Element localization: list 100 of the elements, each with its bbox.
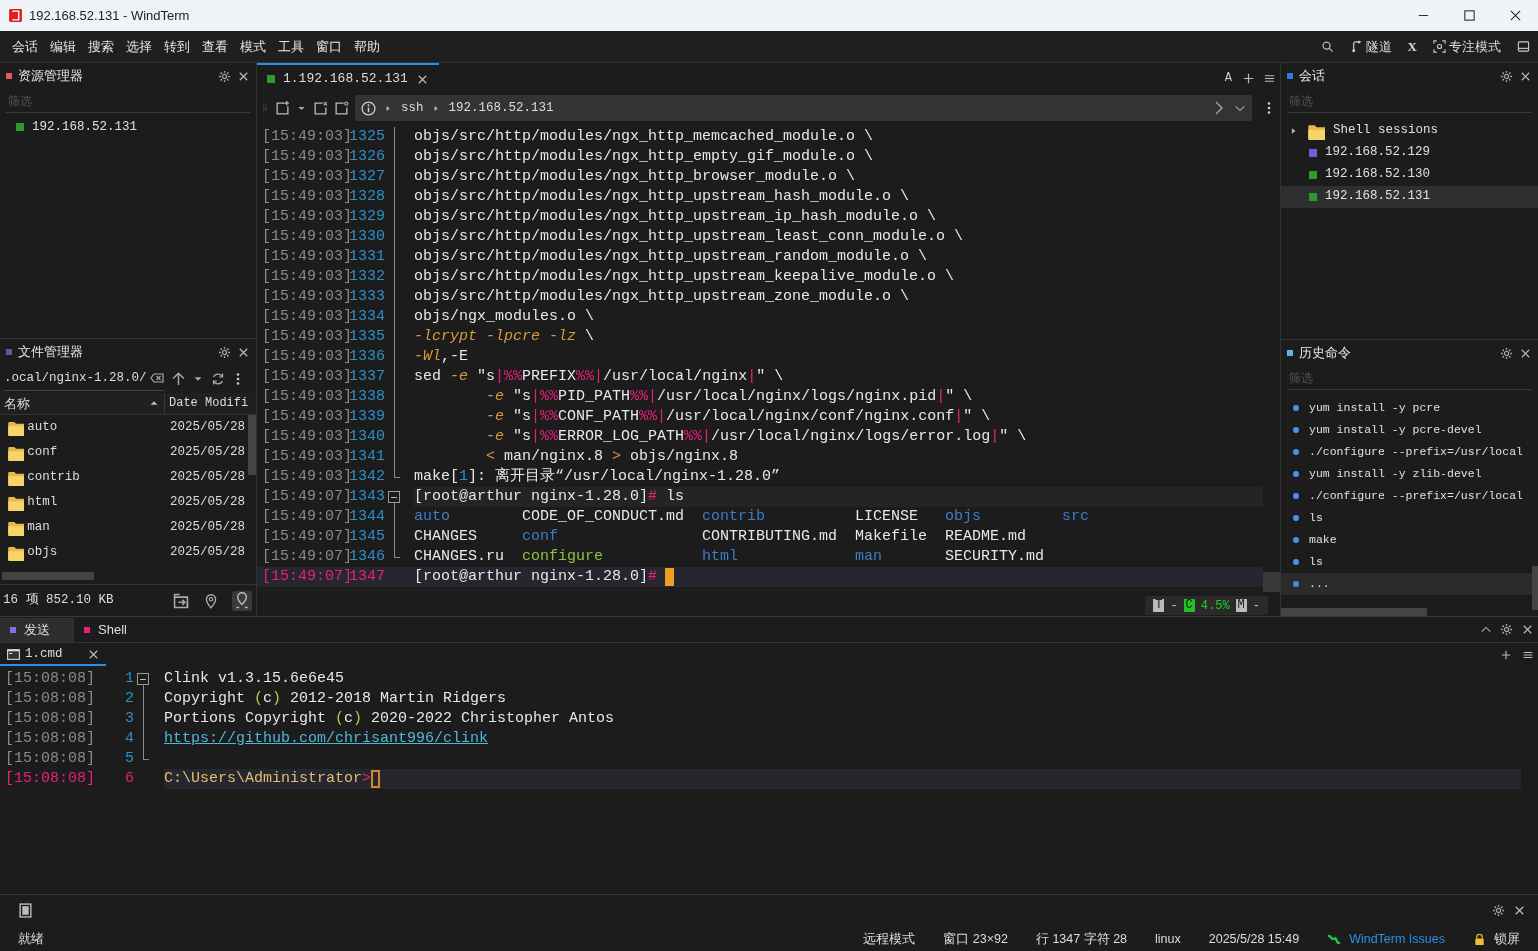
terminal-text: sed -e "s|%%PREFIX%%|/usr/local/nginx|" \ [414, 367, 785, 387]
menu-item[interactable]: 编辑 [44, 36, 82, 57]
menu-icon[interactable] [1522, 649, 1534, 661]
maximize-icon[interactable] [1462, 9, 1476, 22]
location-share-icon[interactable] [232, 590, 252, 611]
history-item[interactable]: ls [1281, 550, 1532, 573]
line-number: 1347 [349, 567, 385, 587]
pane-icon[interactable] [334, 100, 349, 116]
history-item[interactable]: yum install -y pcre [1281, 396, 1532, 419]
session-item[interactable]: 192.168.52.131 [1281, 185, 1538, 208]
settings-icon[interactable] [218, 69, 231, 83]
fold-toggle-icon[interactable] [137, 673, 149, 685]
history-item[interactable]: ./configure --prefix=/usr/local [1281, 484, 1532, 507]
folder-export-icon[interactable] [172, 591, 190, 610]
status-text: 就绪 [18, 930, 45, 948]
timestamp: [15:49:07] [261, 487, 349, 507]
menu-item[interactable]: 查看 [196, 36, 234, 57]
session-item[interactable]: Shell sessions [1281, 119, 1538, 142]
layout-icon [1517, 40, 1530, 53]
scrollbar-thumb[interactable] [1281, 608, 1427, 616]
close-icon[interactable] [1508, 9, 1522, 22]
clear-icon [150, 371, 164, 386]
terminal-text: objs/src/http/modules/ngx_http_upstream_hash_module.o \ [414, 187, 911, 207]
history-item[interactable]: yum install -y zlib-devel [1281, 462, 1532, 485]
scrollbar-thumb[interactable] [2, 572, 94, 581]
refresh-icon[interactable] [210, 371, 225, 386]
timestamp: [15:49:07] [261, 507, 349, 527]
close-icon[interactable] [1521, 623, 1534, 636]
file-name[interactable]: man [27, 517, 50, 537]
new-tab-icon[interactable] [1500, 649, 1512, 661]
menu-item[interactable]: 工具 [272, 36, 310, 57]
menu-item[interactable]: 转到 [158, 36, 196, 57]
toolbar-button[interactable]: 隧道 [1341, 36, 1400, 57]
file-name[interactable]: conf [27, 442, 58, 462]
settings-icon[interactable] [1492, 904, 1505, 917]
info-icon [361, 100, 376, 116]
terminal-text: Copyright (c) 2012-2018 Martin Ridgers [164, 689, 508, 709]
scrollbar-thumb[interactable] [1263, 572, 1280, 592]
file-name[interactable]: auto [27, 417, 58, 437]
file-name[interactable]: objs [27, 542, 58, 562]
session-item[interactable]: 192.168.52.130 [1281, 163, 1538, 186]
lock-screen-button[interactable]: 锁屏 [1494, 929, 1520, 949]
path-field[interactable]: .ocal/nginx-1.28.0/ [4, 366, 164, 391]
line-number: 1336 [349, 347, 385, 367]
settings-icon[interactable] [1500, 69, 1513, 83]
timestamp: [15:49:03] [261, 227, 349, 247]
terminal-text: objs/src/http/modules/ngx_http_upstream_keepalive_module.o \ [414, 267, 956, 287]
menu-item[interactable]: 帮助 [348, 36, 386, 57]
menu-item[interactable]: 模式 [234, 36, 272, 57]
close-pane-icon[interactable] [313, 100, 328, 116]
panel-tab[interactable]: 发送 [0, 617, 74, 642]
scrollbar-thumb[interactable] [1532, 566, 1538, 610]
settings-icon[interactable] [1500, 623, 1513, 636]
panel-icon[interactable] [18, 903, 33, 918]
column-header[interactable]: Date Modifi [165, 392, 249, 414]
file-name[interactable]: html [27, 492, 58, 512]
terminal-text: objs/src/http/modules/ngx_http_upstream_random_module.o \ [414, 247, 929, 267]
location-pin-icon[interactable] [203, 592, 219, 609]
fold-toggle-icon[interactable] [388, 491, 400, 503]
menu-item[interactable]: 搜索 [82, 36, 120, 57]
history-item[interactable]: yum install -y pcre-devel [1281, 418, 1532, 441]
toolbar-button[interactable]: X [1399, 36, 1425, 57]
new-tab-icon[interactable] [1242, 71, 1255, 85]
file-name[interactable]: contrib [27, 467, 80, 487]
timestamp: [15:49:03] [261, 407, 349, 427]
history-item[interactable]: ... [1281, 572, 1532, 595]
bullet-icon [1293, 492, 1299, 499]
issues-link[interactable]: WindTerm Issues [1349, 929, 1445, 949]
session-item[interactable]: 192.168.52.131 [32, 117, 138, 137]
history-item[interactable]: make [1281, 528, 1532, 551]
close-icon[interactable] [1513, 904, 1526, 917]
console-tab[interactable]: 1.cmd [0, 644, 106, 666]
font-button[interactable]: A [1224, 69, 1232, 87]
file-date: 2025/05/28 [170, 543, 245, 561]
timestamp: [15:49:07] [261, 547, 349, 567]
settings-icon[interactable] [1500, 346, 1513, 360]
panel-tab[interactable]: Shell [74, 617, 170, 642]
address-field[interactable]: ssh 192.168.52.131 [355, 95, 1252, 121]
status-item: linux [1155, 930, 1181, 948]
line-number: 1330 [349, 227, 385, 247]
timestamp: [15:49:03] [261, 147, 349, 167]
line-number: 1331 [349, 247, 385, 267]
line-number: 1343 [349, 487, 385, 507]
scrollbar-thumb[interactable] [248, 414, 256, 475]
terminal-text: [root@arthur nginx-1.28.0]# [414, 567, 1263, 587]
up-arrow-icon[interactable] [170, 371, 186, 387]
timestamp: [15:49:03] [261, 207, 349, 227]
menu-item[interactable]: 窗口 [310, 36, 348, 57]
new-session-icon[interactable] [275, 100, 290, 116]
toolbar-button[interactable]: 专注模式 [1425, 36, 1509, 57]
session-item[interactable]: 192.168.52.129 [1281, 141, 1538, 164]
history-item[interactable]: ./configure --prefix=/usr/local [1281, 440, 1532, 463]
history-item[interactable]: ls [1281, 506, 1532, 529]
terminal-text: objs/src/http/modules/ngx_http_empty_gif_module.o \ [414, 147, 875, 167]
column-header[interactable]: 名称 [0, 392, 165, 414]
menu-item[interactable]: 选择 [120, 36, 158, 57]
line-number: 1332 [349, 267, 385, 287]
settings-icon[interactable] [218, 345, 231, 359]
menu-item[interactable]: 会话 [6, 36, 44, 57]
bullet-icon [1293, 580, 1299, 587]
